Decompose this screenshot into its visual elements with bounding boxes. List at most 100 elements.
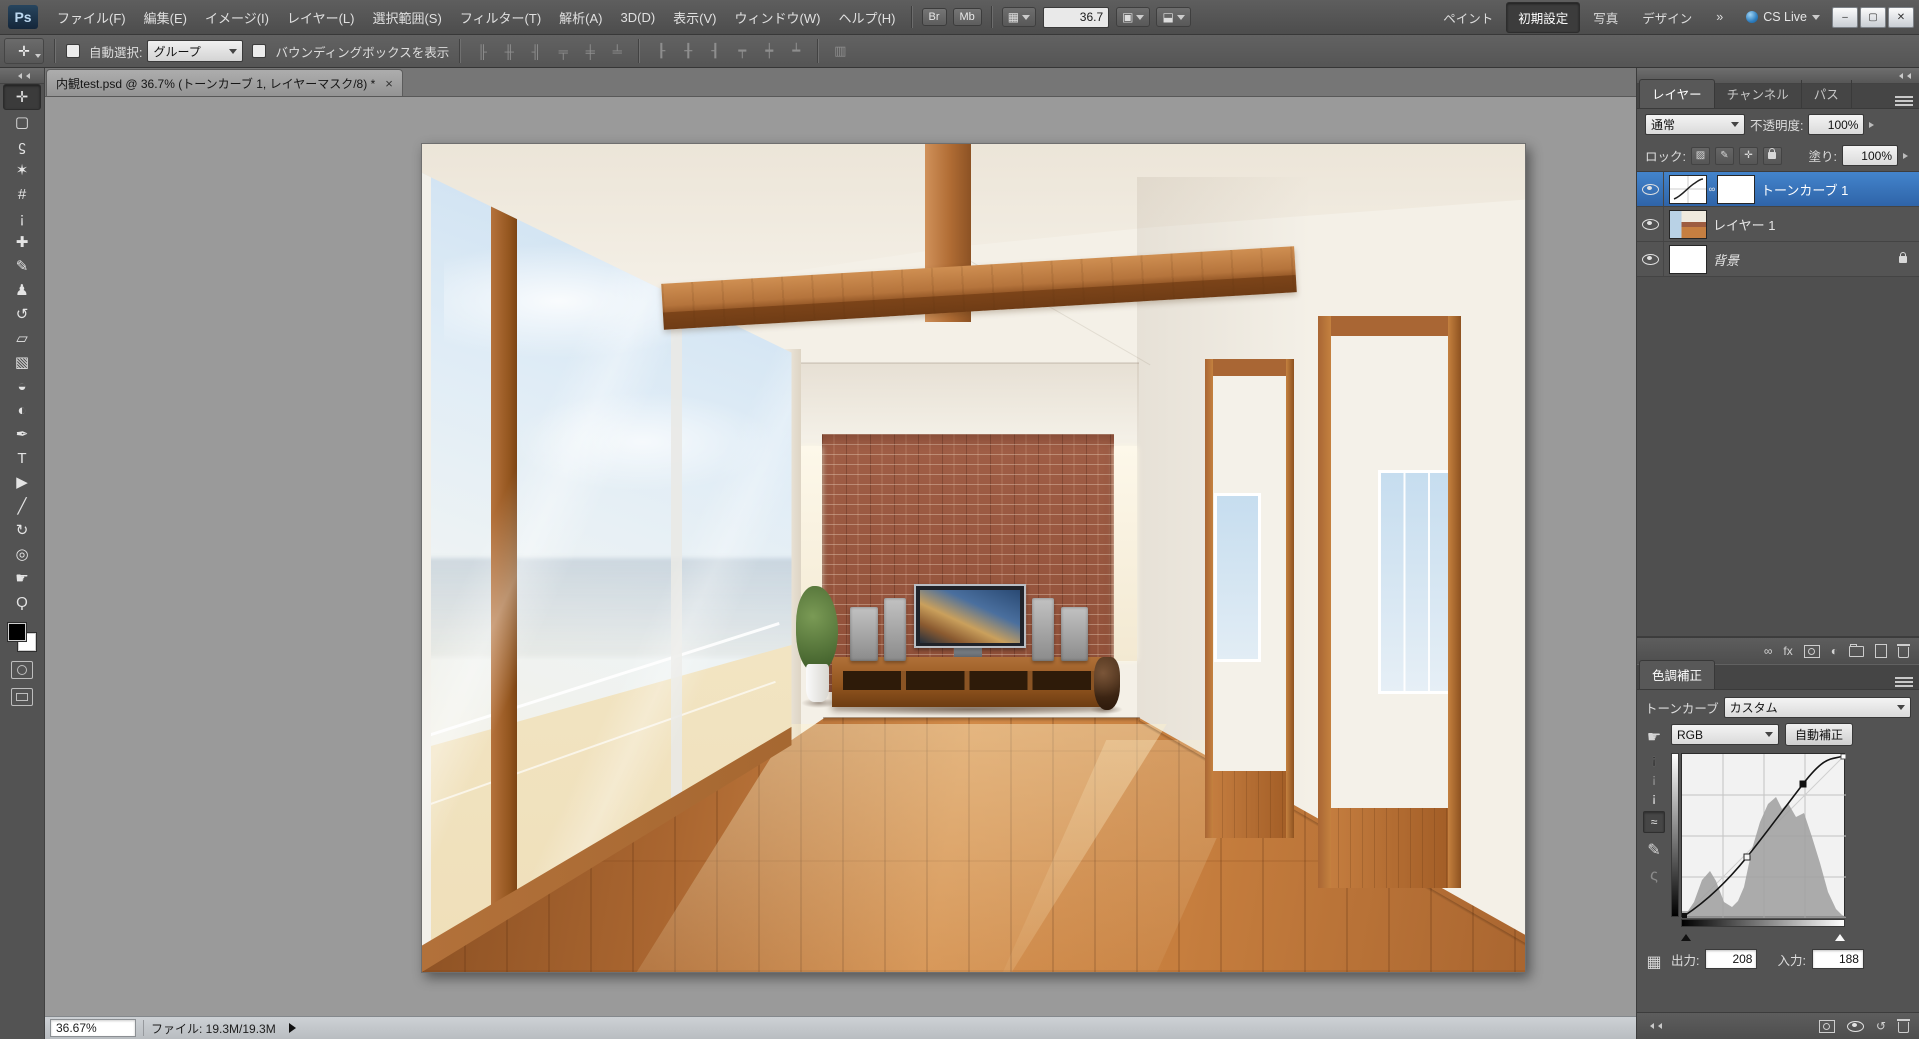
menu-3d[interactable]: 3D(D) [612,0,665,34]
panel-menu-icon[interactable] [1895,677,1913,689]
workspace-photography[interactable]: 写真 [1582,3,1629,32]
tools-panel-gripper[interactable] [0,68,44,84]
launch-bridge-button[interactable]: Br [922,8,947,26]
menu-layer[interactable]: レイヤー(L) [278,0,364,34]
lock-position-icon[interactable]: ✛ [1739,147,1758,165]
lock-pixels-icon[interactable]: ✎ [1715,147,1734,165]
opacity-input[interactable]: 100% [1808,114,1864,135]
edit-points-mode-icon[interactable]: ≈ [1643,811,1665,833]
return-to-adjustment-list-icon[interactable] [1647,1023,1662,1029]
3d-orbit-tool[interactable]: ◎ [4,542,40,566]
screen-mode-toggle-button[interactable] [11,688,33,706]
layer-name[interactable]: トーンカーブ 1 [1761,180,1848,199]
show-bounding-box-checkbox[interactable] [252,44,266,58]
view-extras-button[interactable]: ▦ [1002,7,1036,27]
curves-graph[interactable] [1681,753,1845,917]
tab-layers[interactable]: レイヤー [1639,79,1715,108]
white-point-slider[interactable] [1835,929,1845,941]
gradient-tool[interactable]: ▧ [4,350,40,374]
auto-select-scope-dropdown[interactable]: グループ [147,40,243,62]
quick-selection-tool[interactable]: ✶ [4,158,40,182]
layer-row-background[interactable]: 背景 [1637,242,1919,277]
distribute-left-icon[interactable]: ┯ [731,41,753,61]
align-left-icon[interactable]: ╤ [552,41,574,61]
tool-preset-picker[interactable]: ✛ [4,38,44,64]
visibility-toggle[interactable] [1637,242,1664,276]
mask-link-icon[interactable]: ∞ [1707,184,1717,194]
layer-name[interactable]: レイヤー 1 [1713,215,1775,234]
layer-style-icon[interactable]: fx [1783,644,1792,658]
shape-tool[interactable]: ╱ [4,494,40,518]
menu-filter[interactable]: フィルター(T) [451,0,550,34]
brush-tool[interactable]: ✎ [4,254,40,278]
auto-correct-button[interactable]: 自動補正 [1785,723,1853,746]
quick-mask-button[interactable] [11,661,33,679]
auto-align-layers-icon[interactable]: ▥ [829,41,851,61]
new-group-icon[interactable] [1849,646,1864,657]
workspace-essentials[interactable]: 初期設定 [1506,2,1580,33]
layer-row-curves[interactable]: ∞ トーンカーブ 1 [1637,172,1919,207]
restore-button[interactable]: ▢ [1860,7,1886,28]
status-menu-arrow-icon[interactable] [289,1023,301,1033]
menu-help[interactable]: ヘルプ(H) [829,0,904,34]
gray-point-eyedropper-icon[interactable]: ¡ [1652,773,1656,785]
layer-row-layer1[interactable]: レイヤー 1 [1637,207,1919,242]
hand-tool[interactable]: ☛ [4,566,40,590]
delete-adjustment-icon[interactable] [1898,1022,1909,1033]
tab-adjustments[interactable]: 色調補正 [1639,660,1715,689]
channel-dropdown[interactable]: RGB [1671,724,1779,745]
tab-paths[interactable]: パス [1802,80,1852,108]
tab-channels[interactable]: チャンネル [1715,80,1802,108]
curve-display-options-icon[interactable]: ▦ [1646,952,1661,972]
history-brush-tool[interactable]: ↺ [4,302,40,326]
workspace-paint[interactable]: ペイント [1432,3,1504,32]
align-vertical-center-icon[interactable]: ╫ [498,41,520,61]
move-tool[interactable]: ✛ [3,84,41,110]
photoshop-logo-icon[interactable]: Ps [8,5,38,29]
black-point-slider[interactable] [1681,929,1691,941]
align-top-icon[interactable]: ╟ [471,41,493,61]
fill-scrubber-icon[interactable] [1903,153,1911,159]
distribute-top-icon[interactable]: ┠ [650,41,672,61]
blur-tool[interactable]: ◒ [4,374,40,398]
dodge-tool[interactable]: ◐ [4,398,40,422]
lasso-tool[interactable]: ϛ [4,134,40,158]
link-layers-icon[interactable]: ∞ [1764,644,1773,658]
layer-thumbnail[interactable] [1669,210,1707,239]
targeted-adjustment-icon[interactable]: ☛ [1647,727,1661,747]
white-point-eyedropper-icon[interactable]: ¡ [1652,792,1656,804]
distribute-vertical-center-icon[interactable]: ╂ [677,41,699,61]
close-button[interactable]: ✕ [1888,7,1914,28]
foreground-color-swatch[interactable] [8,623,26,641]
toggle-visibility-eye-icon[interactable] [1847,1021,1864,1032]
pen-tool[interactable]: ✒ [4,422,40,446]
draw-curve-pencil-icon[interactable]: ✎ [1647,840,1660,860]
smooth-curve-icon[interactable]: ς [1650,867,1658,885]
distribute-bottom-icon[interactable]: ┨ [704,41,726,61]
distribute-horizontal-center-icon[interactable]: ┿ [758,41,780,61]
menu-select[interactable]: 選択範囲(S) [363,0,450,34]
menu-edit[interactable]: 編集(E) [135,0,196,34]
type-tool[interactable]: T [4,446,40,470]
workspace-overflow-button[interactable]: » [1705,5,1734,29]
rectangular-marquee-tool[interactable]: ▢ [4,110,40,134]
delete-layer-icon[interactable] [1898,647,1909,658]
screen-mode-button[interactable]: ⬓ [1156,7,1190,27]
3d-rotate-tool[interactable]: ↻ [4,518,40,542]
opacity-scrubber-icon[interactable] [1869,122,1877,128]
menu-file[interactable]: ファイル(F) [48,0,135,34]
menu-analysis[interactable]: 解析(A) [550,0,611,34]
new-adjustment-layer-icon[interactable]: ◐ [1831,644,1838,658]
panel-menu-icon[interactable] [1895,96,1913,108]
launch-mini-bridge-button[interactable]: Mb [953,8,982,26]
input-value-field[interactable]: 188 [1812,949,1864,969]
lock-transparency-icon[interactable]: ▨ [1691,147,1710,165]
curves-layer-thumbnail[interactable] [1669,175,1707,204]
background-thumbnail[interactable] [1669,245,1707,274]
align-horizontal-center-icon[interactable]: ╪ [579,41,601,61]
distribute-right-icon[interactable]: ┷ [785,41,807,61]
clone-stamp-tool[interactable]: ♟ [4,278,40,302]
healing-brush-tool[interactable]: ✚ [4,230,40,254]
fill-input[interactable]: 100% [1842,145,1898,166]
tab-close-icon[interactable]: × [385,77,393,90]
